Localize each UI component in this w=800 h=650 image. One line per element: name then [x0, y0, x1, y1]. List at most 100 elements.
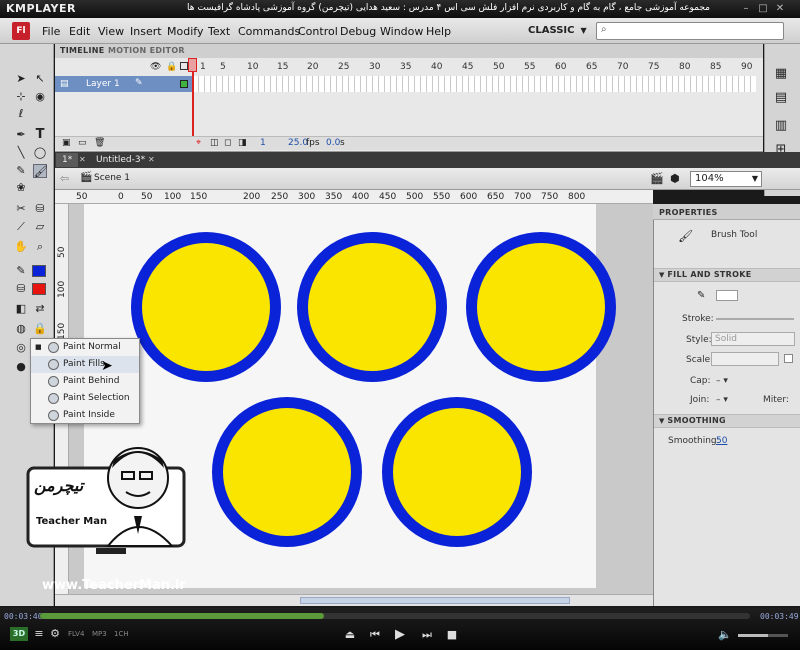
- edit-scene-icon[interactable]: 🎬: [650, 172, 664, 185]
- menu-commands[interactable]: Commands: [238, 25, 300, 38]
- eye-icon[interactable]: 👁: [150, 62, 161, 72]
- frame-number: 40: [431, 62, 443, 72]
- lock-icon[interactable]: 🔒: [166, 62, 177, 72]
- eraser-icon[interactable]: ▱: [33, 220, 47, 234]
- stop-icon[interactable]: ■: [445, 628, 459, 642]
- previous-icon[interactable]: ⏮: [368, 628, 382, 642]
- close-tab-icon[interactable]: ✕: [79, 155, 86, 164]
- circle-shape[interactable]: [212, 397, 362, 547]
- layer-outline-color[interactable]: [180, 80, 188, 88]
- menu-edit[interactable]: Edit: [69, 25, 90, 38]
- swap-colors-icon[interactable]: ⇄: [33, 302, 47, 316]
- menu-icon[interactable]: ≡: [32, 627, 46, 641]
- stroke-slider[interactable]: [716, 318, 794, 320]
- current-frame[interactable]: 1: [260, 138, 266, 148]
- layer-name[interactable]: Layer 1: [86, 79, 120, 89]
- stroke-color-swatch[interactable]: [32, 265, 46, 277]
- tab-motion-editor[interactable]: MOTION EDITOR: [108, 46, 185, 55]
- edit-symbols-icon[interactable]: ⬢: [670, 172, 680, 185]
- 3d-mode-button[interactable]: 3D: [10, 627, 28, 641]
- object-drawing-icon[interactable]: ◍: [14, 322, 28, 336]
- circle-shape[interactable]: [131, 232, 281, 382]
- menu-help[interactable]: Help: [426, 25, 451, 38]
- pencil-tool-icon[interactable]: ✎: [14, 164, 28, 178]
- delete-layer-icon[interactable]: 🗑: [94, 138, 105, 148]
- new-folder-icon[interactable]: ▭: [78, 138, 87, 148]
- pen-tool-icon[interactable]: ✒: [14, 128, 28, 142]
- menu-debug[interactable]: Debug: [340, 25, 376, 38]
- circle-shape[interactable]: [297, 232, 447, 382]
- playhead-handle[interactable]: [188, 58, 197, 72]
- lock-fill-icon[interactable]: 🔒: [33, 322, 47, 336]
- lasso-tool-icon[interactable]: ℓ: [14, 107, 28, 121]
- eyedropper-icon[interactable]: ⟋: [14, 220, 28, 234]
- center-frame-icon[interactable]: ⌖: [196, 138, 201, 148]
- paint-bucket-icon[interactable]: ⛁: [33, 202, 47, 216]
- menu-view[interactable]: View: [98, 25, 124, 38]
- maximize-icon[interactable]: □: [757, 3, 769, 15]
- close-tab-icon[interactable]: ✕: [148, 155, 155, 164]
- style-select[interactable]: Solid: [711, 332, 795, 346]
- hand-tool-icon[interactable]: ✋: [14, 240, 28, 254]
- onion-skin-icon[interactable]: ◫: [210, 138, 219, 148]
- menu-insert[interactable]: Insert: [130, 25, 162, 38]
- edit-multiple-icon[interactable]: ◨: [238, 138, 247, 148]
- circle-shape[interactable]: [466, 232, 616, 382]
- menu-modify[interactable]: Modify: [167, 25, 203, 38]
- next-icon[interactable]: ⏭: [420, 628, 434, 642]
- help-search-input[interactable]: ⌕: [596, 22, 784, 40]
- eject-icon[interactable]: ⏏: [343, 628, 357, 642]
- onion-outline-icon[interactable]: ◻: [224, 138, 231, 148]
- layer-row[interactable]: [55, 76, 193, 92]
- chevron-down-icon: ▼: [580, 26, 587, 35]
- tab-timeline[interactable]: TIMELINE: [60, 46, 105, 55]
- workspace-switcher[interactable]: CLASSIC ▼: [520, 22, 588, 40]
- menu-window[interactable]: Window: [380, 25, 423, 38]
- fill-color-swatch[interactable]: [32, 283, 46, 295]
- brush-mode-icon[interactable]: ◎: [14, 341, 28, 355]
- free-transform-tool-icon[interactable]: ⊹: [14, 90, 28, 104]
- zoom-tool-icon[interactable]: ⌕: [33, 240, 47, 254]
- selection-tool-icon[interactable]: ➤: [14, 72, 28, 86]
- scrollbar-thumb[interactable]: [300, 597, 570, 604]
- back-arrow-icon[interactable]: ⇦: [60, 172, 69, 185]
- minimize-icon[interactable]: –: [740, 3, 752, 15]
- bone-tool-icon[interactable]: ✂: [14, 202, 28, 216]
- scale-select[interactable]: [711, 352, 779, 366]
- frames-grid[interactable]: [193, 76, 756, 92]
- menu-control[interactable]: Control: [298, 25, 338, 38]
- black-white-icon[interactable]: ◧: [14, 302, 28, 316]
- tab-document-1[interactable]: 1*: [56, 153, 79, 167]
- circle-shape[interactable]: [382, 397, 532, 547]
- stroke-color-button[interactable]: [716, 290, 738, 301]
- join-select[interactable]: – ▾: [716, 395, 728, 405]
- time-value[interactable]: 0.0: [326, 138, 340, 148]
- align-panel-icon[interactable]: ▥: [771, 118, 791, 136]
- tab-properties[interactable]: PROPERTIES: [659, 208, 718, 217]
- line-tool-icon[interactable]: ╲: [14, 146, 28, 160]
- subselection-tool-icon[interactable]: ↖: [33, 72, 47, 86]
- volume-icon[interactable]: 🔈: [718, 628, 732, 642]
- brush-size-icon[interactable]: ●: [14, 360, 28, 374]
- outline-icon[interactable]: [180, 62, 188, 70]
- 3d-rotation-tool-icon[interactable]: ◉: [33, 90, 47, 104]
- timeline-status-bar: [55, 136, 763, 150]
- menu-text[interactable]: Text: [208, 25, 230, 38]
- cap-select[interactable]: – ▾: [716, 376, 728, 386]
- hinting-checkbox[interactable]: [784, 354, 793, 363]
- smoothing-value[interactable]: 50: [716, 436, 727, 446]
- tab-document-untitled[interactable]: Untitled-3*: [90, 153, 151, 167]
- menu-file[interactable]: File: [42, 25, 60, 38]
- close-icon[interactable]: ✕: [774, 3, 786, 15]
- oval-tool-icon[interactable]: ◯: [33, 146, 47, 160]
- new-layer-icon[interactable]: ▣: [62, 138, 71, 148]
- play-icon[interactable]: ▶: [393, 628, 407, 642]
- color-panel-icon[interactable]: ▦: [771, 66, 791, 84]
- brush-tool-icon[interactable]: 🖌: [33, 164, 48, 178]
- text-tool-icon[interactable]: T: [33, 128, 47, 142]
- zoom-select[interactable]: 104% ▼: [690, 171, 762, 187]
- scene-name[interactable]: Scene 1: [94, 173, 130, 183]
- swatches-panel-icon[interactable]: ▤: [771, 90, 791, 108]
- settings-icon[interactable]: ⚙: [48, 627, 62, 641]
- deco-tool-icon[interactable]: ❀: [14, 181, 28, 195]
